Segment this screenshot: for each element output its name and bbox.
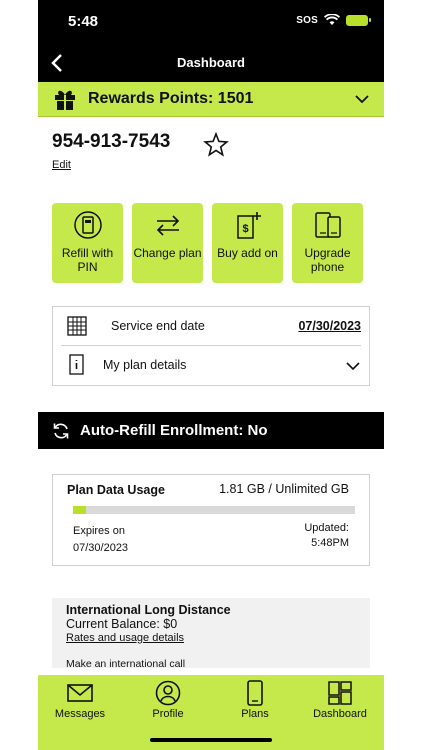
expires-date: 07/30/2023	[73, 542, 129, 554]
refresh-icon	[53, 423, 69, 438]
auto-refill-banner[interactable]: Auto-Refill Enrollment: No	[38, 412, 384, 449]
quick-actions: Refill with PIN Change plan $ Buy add on	[52, 203, 363, 283]
nav-bar: Dashboard	[38, 44, 384, 82]
user-circle-icon	[155, 680, 181, 706]
action-label: Refill with PIN	[61, 246, 114, 274]
updated-label: Updated:	[304, 522, 349, 534]
updated-time: 5:48PM	[311, 537, 349, 549]
international-call-link[interactable]: Make an international call	[66, 658, 356, 670]
tab-label: Plans	[241, 708, 269, 720]
swap-arrows-icon	[156, 215, 179, 236]
app-screen: 5:48 SOS Dashboard Rewards Points: 1501	[38, 0, 384, 750]
calendar-icon	[67, 316, 87, 336]
usage-title: Plan Data Usage	[67, 483, 165, 497]
chevron-down-icon[interactable]	[354, 91, 370, 107]
phones-icon	[314, 212, 341, 238]
tab-label: Profile	[152, 708, 184, 720]
tab-label: Messages	[54, 708, 106, 720]
info-card-icon	[69, 354, 84, 375]
rewards-banner[interactable]: Rewards Points: 1501	[38, 82, 384, 117]
plan-details-label: My plan details	[103, 358, 187, 372]
gift-icon	[55, 90, 75, 110]
tab-profile[interactable]: Profile	[128, 680, 208, 720]
page-title: Dashboard	[177, 55, 245, 70]
refill-with-pin-button[interactable]: Refill with PIN	[52, 203, 123, 283]
favorite-star-icon[interactable]	[202, 131, 230, 159]
status-time: 5:48	[68, 13, 99, 30]
buy-add-on-button[interactable]: $ Buy add on	[212, 203, 283, 283]
change-plan-button[interactable]: Change plan	[132, 203, 203, 283]
phone-number: 954-913-7543	[52, 131, 171, 152]
home-indicator	[150, 738, 272, 742]
svg-text:$: $	[242, 223, 248, 235]
wifi-icon	[324, 14, 340, 25]
rewards-points: Rewards Points: 1501	[88, 90, 254, 107]
expiry-info: Expires on 07/30/2023	[73, 523, 128, 557]
envelope-icon	[67, 684, 93, 702]
updated-info: Updated: 5:48PM	[304, 521, 349, 551]
action-label: Change plan	[133, 246, 202, 260]
battery-icon	[346, 14, 371, 26]
international-title: International Long Distance	[66, 603, 231, 617]
dashboard-grid-icon	[328, 681, 352, 705]
auto-refill-status: Auto-Refill Enrollment: No	[80, 422, 268, 439]
tab-dashboard[interactable]: Dashboard	[300, 680, 380, 720]
tab-messages[interactable]: Messages	[40, 680, 120, 720]
rates-link[interactable]: Rates and usage details	[66, 632, 356, 644]
refill-card-icon	[73, 211, 102, 239]
tab-label: Dashboard	[313, 708, 367, 720]
upgrade-phone-button[interactable]: Upgrade phone	[292, 203, 363, 283]
data-usage-card: Plan Data Usage 1.81 GB / Unlimited GB E…	[52, 474, 370, 566]
action-label: Upgrade phone	[304, 246, 351, 274]
edit-link[interactable]: Edit	[52, 159, 71, 171]
action-label: Buy add on	[217, 246, 278, 260]
international-card: International Long Distance Current Bala…	[52, 598, 370, 670]
right-margin	[384, 0, 422, 750]
plan-details-row[interactable]: My plan details	[53, 346, 369, 385]
service-card: Service end date 07/30/2023 My plan deta…	[52, 306, 370, 386]
account-header: 954-913-7543 Edit	[38, 117, 384, 201]
phone-device-icon	[247, 680, 263, 706]
sos-label: SOS	[296, 14, 318, 26]
chevron-down-icon	[346, 362, 360, 371]
expires-label: Expires on	[73, 525, 125, 537]
usage-progress-bar	[73, 506, 355, 514]
usage-progress-fill	[73, 506, 86, 514]
service-end-date[interactable]: 07/30/2023	[298, 319, 361, 333]
usage-amount: 1.81 GB / Unlimited GB	[219, 482, 349, 496]
left-margin	[0, 0, 38, 750]
international-balance: Current Balance: $0	[66, 617, 178, 631]
service-end-label: Service end date	[111, 319, 205, 333]
status-bar: 5:48 SOS	[38, 0, 384, 44]
add-on-icon: $	[236, 212, 261, 239]
status-indicators: SOS	[296, 14, 371, 26]
service-end-row: Service end date 07/30/2023	[61, 307, 361, 346]
tab-plans[interactable]: Plans	[215, 680, 295, 720]
